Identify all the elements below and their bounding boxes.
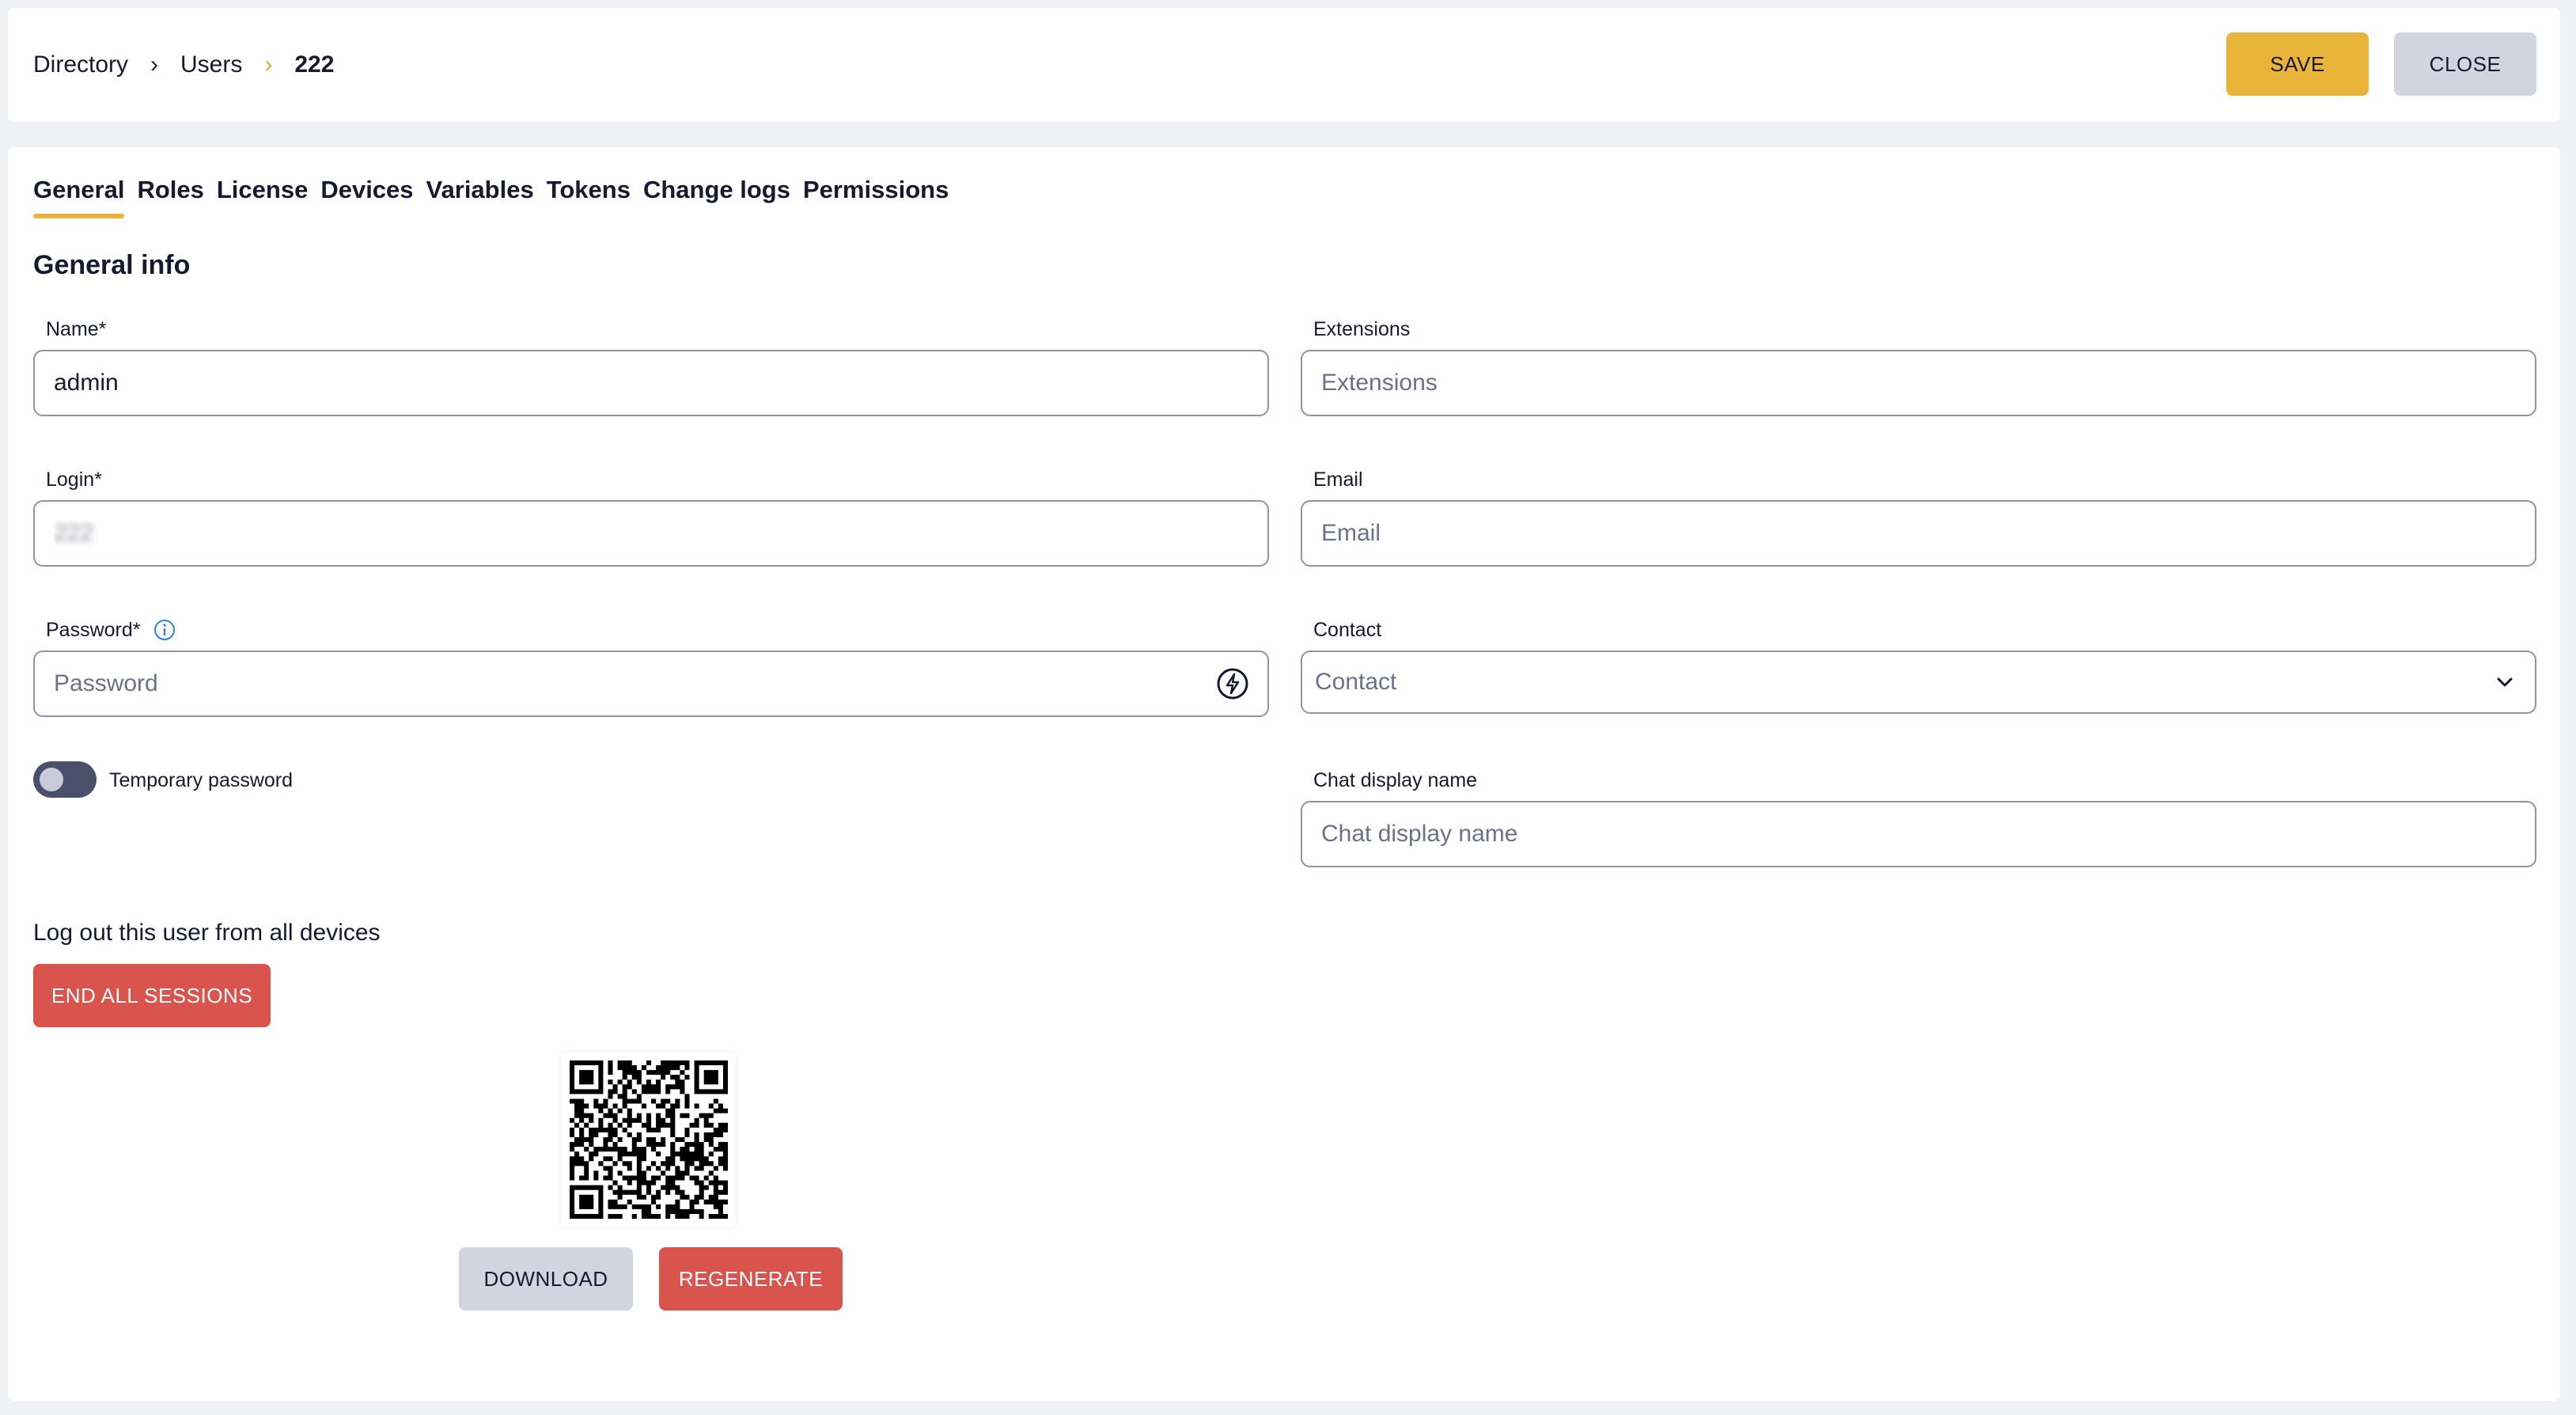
- tab-variables[interactable]: Variables: [426, 176, 534, 218]
- toggle-knob: [40, 768, 63, 791]
- email-label: Email: [1313, 469, 1363, 491]
- tab-general[interactable]: General: [33, 176, 125, 218]
- end-all-sessions-button[interactable]: END ALL SESSIONS: [33, 964, 271, 1027]
- temporary-password-toggle[interactable]: [33, 761, 97, 798]
- chevron-right-icon: ›: [264, 51, 273, 78]
- page-header: Directory › Users › 222 SAVE CLOSE: [8, 8, 2560, 122]
- breadcrumb-current: 222: [294, 51, 335, 78]
- qr-code: [562, 1053, 736, 1227]
- breadcrumb: Directory › Users › 222: [33, 8, 334, 122]
- qr-code-image: [569, 1060, 729, 1220]
- logout-description: Log out this user from all devices: [33, 920, 381, 946]
- login-label: Login*: [46, 469, 102, 491]
- email-field[interactable]: [1301, 500, 2536, 567]
- password-field[interactable]: [33, 651, 1269, 717]
- close-button[interactable]: CLOSE: [2394, 32, 2536, 96]
- name-label: Name*: [46, 318, 107, 340]
- section-title: General info: [33, 250, 191, 280]
- main-panel: General Roles License Devices Variables …: [8, 147, 2560, 1401]
- name-field[interactable]: [33, 350, 1269, 416]
- tab-tokens[interactable]: Tokens: [547, 176, 631, 218]
- breadcrumb-users[interactable]: Users: [180, 51, 242, 78]
- tab-bar: General Roles License Devices Variables …: [33, 176, 949, 218]
- password-label: Password*: [46, 619, 141, 641]
- chevron-down-icon[interactable]: [2494, 671, 2516, 693]
- login-field[interactable]: [33, 500, 1269, 567]
- info-icon[interactable]: [153, 619, 176, 641]
- extensions-field[interactable]: [1301, 350, 2536, 416]
- chat-display-name-label: Chat display name: [1313, 769, 1478, 791]
- tab-change-logs[interactable]: Change logs: [643, 176, 790, 218]
- download-button[interactable]: DOWNLOAD: [459, 1247, 633, 1311]
- tab-license[interactable]: License: [217, 176, 308, 218]
- save-button[interactable]: SAVE: [2226, 32, 2369, 96]
- chevron-right-icon: ›: [150, 51, 159, 78]
- regenerate-button[interactable]: REGENERATE: [659, 1247, 843, 1311]
- temporary-password-label: Temporary password: [109, 769, 294, 791]
- tab-devices[interactable]: Devices: [320, 176, 413, 218]
- breadcrumb-directory[interactable]: Directory: [33, 51, 128, 78]
- tab-permissions[interactable]: Permissions: [803, 176, 949, 218]
- contact-select[interactable]: Contact: [1301, 651, 2536, 714]
- tab-roles[interactable]: Roles: [137, 176, 203, 218]
- contact-label: Contact: [1313, 619, 1382, 641]
- lightning-icon[interactable]: [1215, 666, 1250, 701]
- extensions-label: Extensions: [1313, 318, 1411, 340]
- contact-placeholder: Contact: [1315, 669, 1397, 695]
- chat-display-name-field[interactable]: [1301, 801, 2536, 867]
